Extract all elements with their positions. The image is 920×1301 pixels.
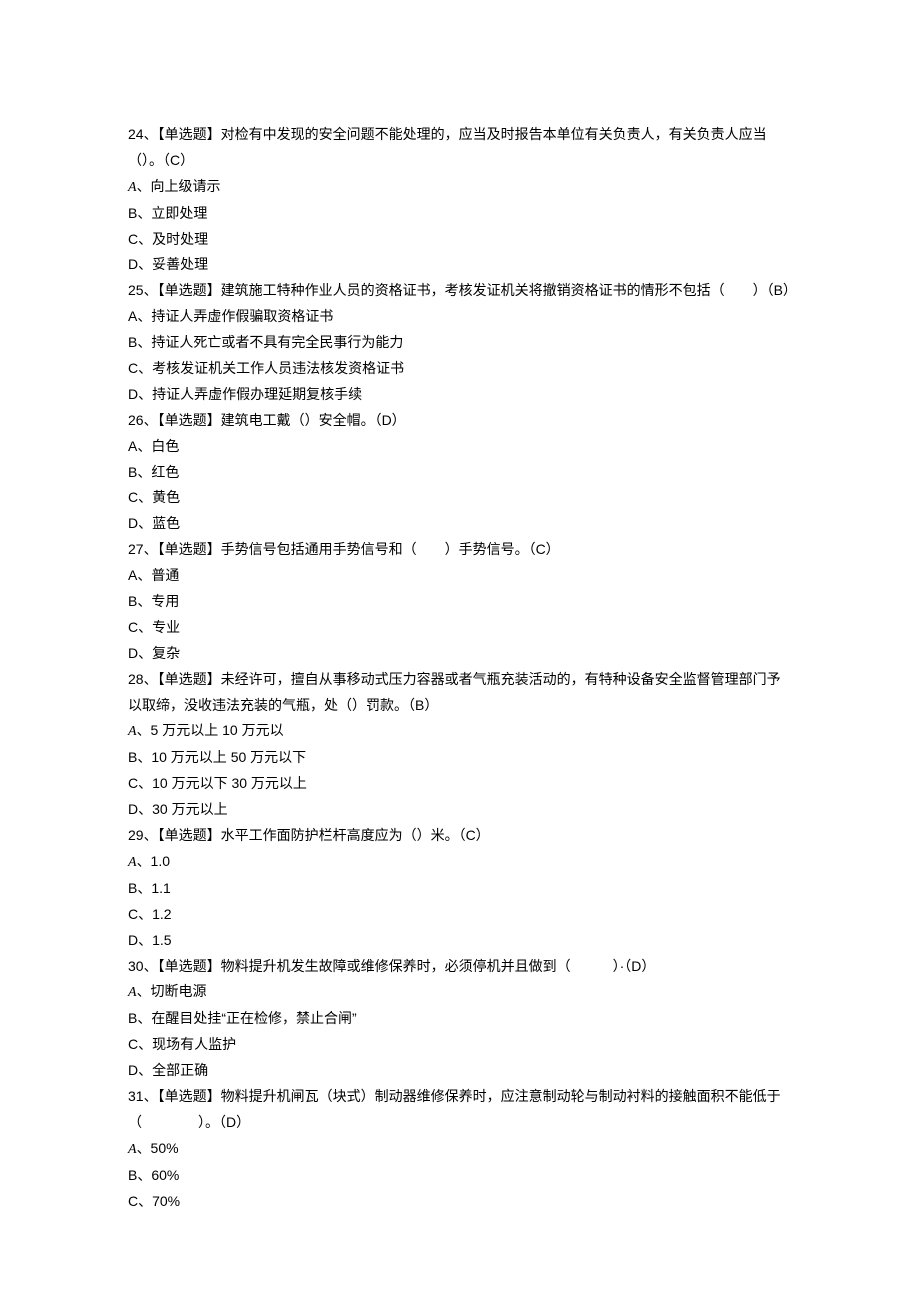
text-line: C、70% [128,1189,792,1215]
text-line: C、黄色 [128,485,792,511]
text-line: B、1.1 [128,876,792,902]
text-line: D、蓝色 [128,511,792,537]
text-line: C、1.2 [128,902,792,928]
option-letter: A [128,724,137,739]
text-line: B、专用 [128,589,792,615]
text-line: A、向上级请示 [128,174,792,201]
text-line: C、10 万元以下 30 万元以上 [128,771,792,797]
text-line: 27、【单选题】手势信号包括通用手势信号和（ ）手势信号。（C） [128,537,792,563]
text-line: 31、【单选题】物料提升机闸瓦（块式）制动器维修保养时，应注意制动轮与制动衬料的… [128,1084,792,1136]
text-line: A、白色 [128,434,792,460]
text-line: B、红色 [128,460,792,486]
text-line: A、普通 [128,563,792,589]
text-line: B、在醒目处挂“正在检修，禁止合闸” [128,1006,792,1032]
option-text: 、向上级请示 [137,178,221,194]
option-letter: A [128,180,137,195]
text-line: A、5 万元以上 10 万元以 [128,718,792,745]
text-line: 24、【单选题】对检有中发现的安全问题不能处理的，应当及时报告本单位有关负责人，… [128,122,792,174]
option-letter: A [128,985,137,1000]
text-line: 28、【单选题】未经许可，擅自从事移动式压力容器或者气瓶充装活动的，有特种设备安… [128,667,792,719]
text-line: C、考核发证机关工作人员违法核发资格证书 [128,356,792,382]
text-line: B、10 万元以上 50 万元以下 [128,745,792,771]
text-line: 30、【单选题】物料提升机发生故障或维修保养时，必须停机并且做到（ ）·（D） [128,954,792,980]
text-line: D、全部正确 [128,1058,792,1084]
text-line: A、50% [128,1136,792,1163]
text-line: B、持证人死亡或者不具有完全民事行为能力 [128,330,792,356]
option-text: 、1.0 [137,853,170,869]
option-text: 、切断电源 [137,983,207,999]
text-line: B、立即处理 [128,201,792,227]
text-line: 26、【单选题】建筑电工戴（）安全帽。（D） [128,408,792,434]
text-line: D、30 万元以上 [128,797,792,823]
text-line: D、妥善处理 [128,252,792,278]
option-text: 、5 万元以上 10 万元以 [137,722,284,738]
text-line: C、现场有人监护 [128,1032,792,1058]
text-line: D、复杂 [128,641,792,667]
text-line: A、持证人弄虚作假骗取资格证书 [128,304,792,330]
text-line: D、持证人弄虚作假办理延期复核手续 [128,382,792,408]
text-line: B、60% [128,1163,792,1189]
option-letter: A [128,855,137,870]
text-line: C、及时处理 [128,227,792,253]
text-line: A、切断电源 [128,979,792,1006]
document-body: 24、【单选题】对检有中发现的安全问题不能处理的，应当及时报告本单位有关负责人，… [128,122,792,1214]
text-line: 29、【单选题】水平工作面防护栏杆高度应为（）米。（C） [128,823,792,849]
text-line: D、1.5 [128,928,792,954]
text-line: A、1.0 [128,849,792,876]
text-line: C、专业 [128,615,792,641]
option-letter: A [128,1142,137,1157]
text-line: 25、【单选题】建筑施工特种作业人员的资格证书，考核发证机关将撤销资格证书的情形… [128,278,792,304]
option-text: 、50% [137,1140,179,1156]
